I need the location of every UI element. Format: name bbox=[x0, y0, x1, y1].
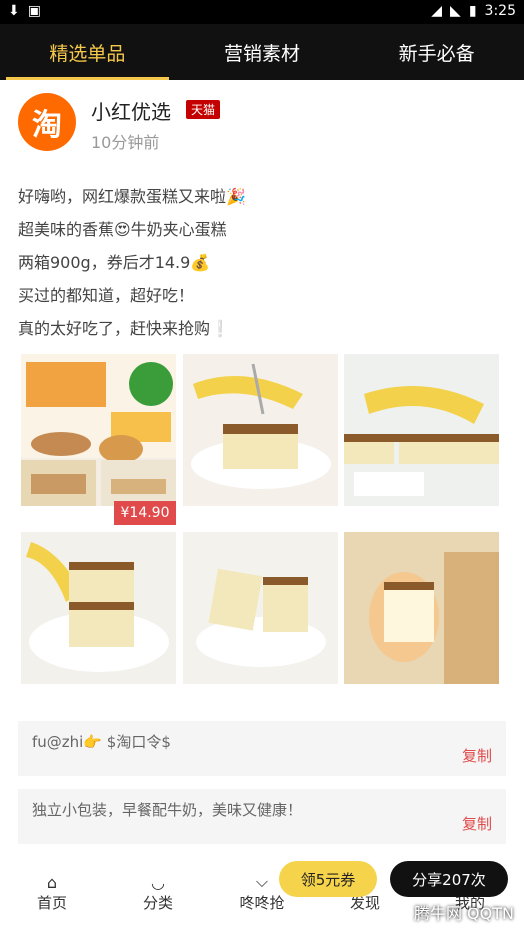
status-time: 3:25 bbox=[484, 3, 516, 19]
author-name: 小红优选 bbox=[91, 100, 171, 124]
battery-icon: ▮ bbox=[468, 3, 477, 19]
product-image-5[interactable] bbox=[183, 532, 338, 684]
avatar[interactable]: 淘 bbox=[18, 93, 76, 151]
post-header: 淘 小红优选 天猫 10分钟前 bbox=[18, 93, 506, 157]
description-line: 买过的都知道，超好吃！ bbox=[18, 286, 195, 305]
top-tabs: 精选单品 营销素材 新手必备 bbox=[0, 24, 524, 80]
product-image-3[interactable] bbox=[344, 354, 499, 506]
post-time: 10分钟前 bbox=[91, 133, 160, 152]
coupon-button[interactable]: 领5元券 bbox=[279, 861, 377, 897]
copy-button[interactable]: 复制 bbox=[462, 813, 492, 834]
wifi-icon: ◢ bbox=[431, 3, 443, 19]
price-tag: ¥14.90 bbox=[114, 501, 176, 525]
tab-selected-products[interactable]: 精选单品 bbox=[0, 24, 175, 80]
nav-home[interactable]: ⌂ 首页 bbox=[12, 862, 92, 913]
copy-button[interactable]: 复制 bbox=[462, 745, 492, 766]
watermark: 腾牛网 QQTN bbox=[413, 904, 514, 923]
download-icon: ⬇ bbox=[8, 3, 20, 19]
card-text: fu@zhi👉 $淘口令$ bbox=[32, 733, 171, 751]
description-line: 好嗨哟，网红爆款蛋糕又来啦🎉 bbox=[18, 187, 246, 206]
nav-category[interactable]: ◡ 分类 bbox=[118, 862, 198, 913]
taokouling-card: fu@zhi👉 $淘口令$ 复制 bbox=[18, 721, 506, 776]
description-line: 超美味的香蕉😍牛奶夹心蛋糕 bbox=[18, 220, 227, 239]
description-line: 两箱900g，券后才14.9💰 bbox=[18, 253, 211, 272]
share-button[interactable]: 分享207次 bbox=[390, 861, 508, 897]
product-image-2[interactable] bbox=[183, 354, 338, 506]
tmall-badge: 天猫 bbox=[186, 100, 221, 119]
home-icon: ⌂ bbox=[46, 873, 58, 892]
category-icon: ◡ bbox=[151, 873, 165, 892]
product-image-6[interactable] bbox=[344, 532, 499, 684]
product-image-4[interactable] bbox=[21, 532, 176, 684]
description-card: 独立小包装，早餐配牛奶，美味又健康！ 复制 bbox=[18, 789, 506, 844]
product-image-1[interactable] bbox=[21, 354, 176, 506]
post-description: 好嗨哟，网红爆款蛋糕又来啦🎉 超美味的香蕉😍牛奶夹心蛋糕 两箱900g，券后才1… bbox=[18, 180, 506, 345]
tab-beginner-guide[interactable]: 新手必备 bbox=[349, 24, 524, 80]
status-bar: ⬇ ▣ ◢ ◣ ▮ 3:25 bbox=[0, 0, 524, 24]
tab-marketing-materials[interactable]: 营销素材 bbox=[175, 24, 350, 80]
description-line: 真的太好吃了，赶快来抢购❕ bbox=[18, 319, 230, 338]
card-text: 独立小包装，早餐配牛奶，美味又健康！ bbox=[32, 801, 303, 819]
image-icon: ▣ bbox=[27, 3, 41, 19]
signal-icon: ◣ bbox=[450, 3, 461, 19]
